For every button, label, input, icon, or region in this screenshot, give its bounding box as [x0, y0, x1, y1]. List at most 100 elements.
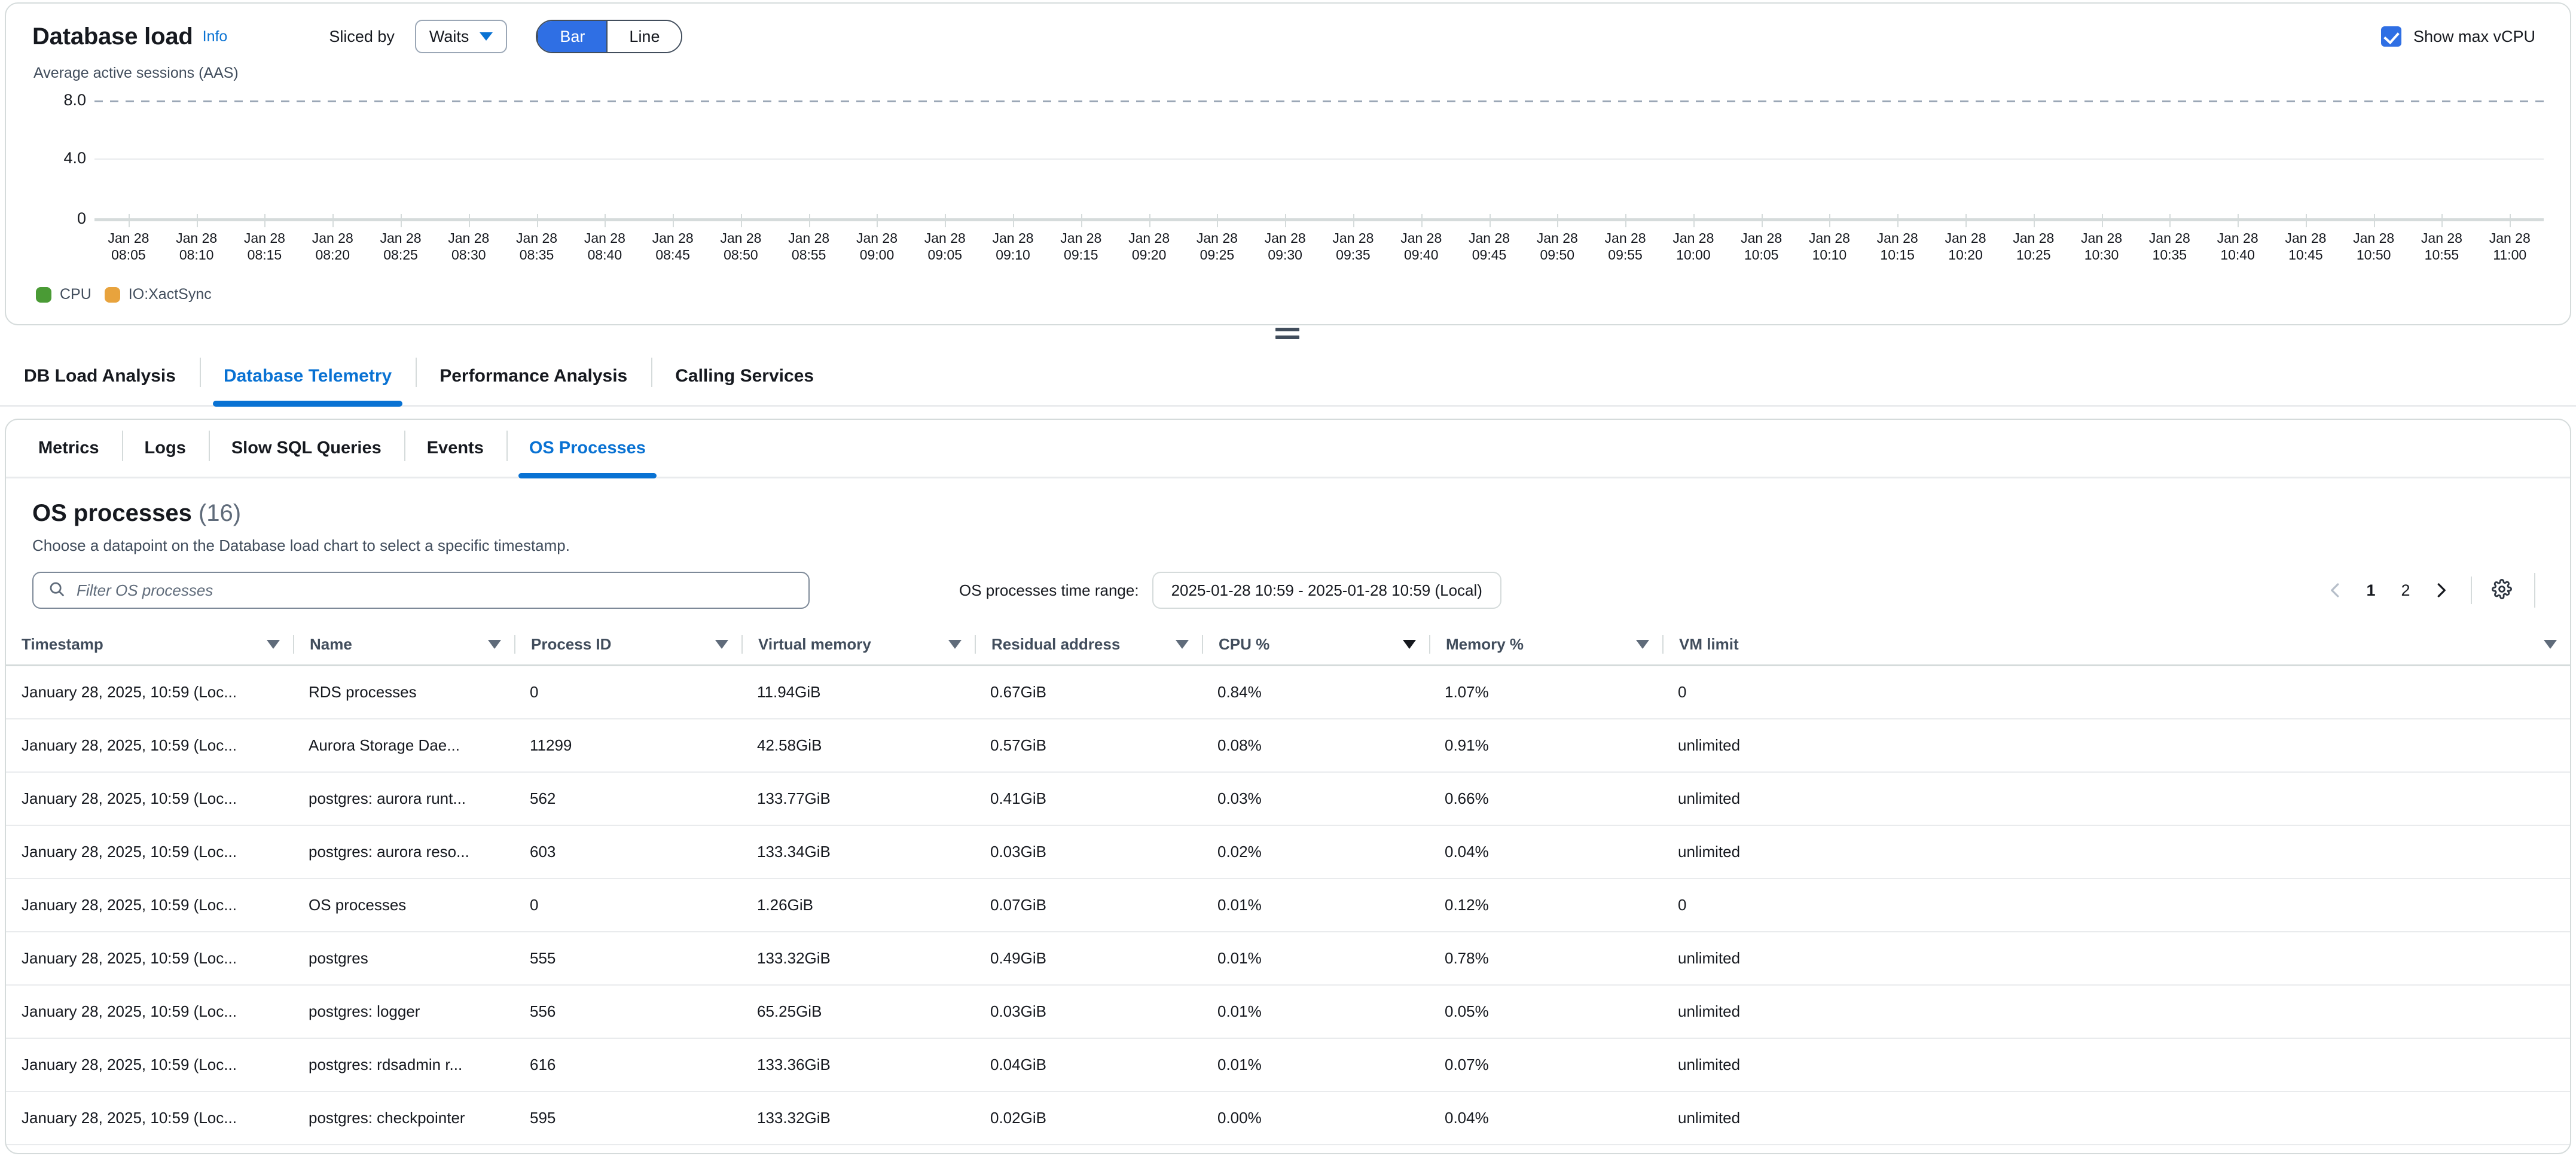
panel-title: OS processes (16) — [32, 500, 2544, 527]
tab-database-telemetry[interactable]: Database Telemetry — [200, 347, 416, 405]
x-tick: Jan 2809:00 — [843, 221, 911, 263]
panel-count: (16) — [199, 500, 241, 526]
cell-residual-address: 0.04GiB — [975, 1038, 1202, 1091]
max-vcpu-line — [94, 100, 2544, 102]
legend-item-ioxactsync[interactable]: IO:XactSync — [105, 286, 212, 303]
cell-memory-percent: 0.01% — [1429, 1145, 1662, 1154]
show-max-vcpu-control[interactable]: Show max vCPU — [2381, 26, 2546, 47]
database-load-chart[interactable]: Average active sessions (AAS) 8.0 4.0 0 … — [6, 54, 2570, 305]
x-tick: Jan 2808:25 — [367, 221, 435, 263]
column-header-memory-percent[interactable]: Memory % — [1429, 624, 1662, 666]
x-tick: Jan 2810:25 — [2000, 221, 2068, 263]
x-tick: Jan 2809:10 — [979, 221, 1047, 263]
search-icon — [48, 580, 66, 601]
x-tick: Jan 2810:20 — [1931, 221, 2000, 263]
sort-icon — [2544, 640, 2557, 649]
cell-name: Aurora Storage Dae... — [293, 719, 514, 772]
cell-residual-address: 0.49GiB — [975, 932, 1202, 985]
tab-calling-services[interactable]: Calling Services — [651, 347, 838, 405]
x-tick: Jan 2808:35 — [503, 221, 571, 263]
y-tick-8: 8.0 — [32, 91, 86, 109]
cell-timestamp: January 28, 2025, 10:59 (Loc... — [6, 719, 293, 772]
os-processes-table: Timestamp Name Process ID Virtual memory… — [6, 624, 2570, 1154]
x-tick: Jan 2809:05 — [911, 221, 979, 263]
sliced-by-select[interactable]: Waits — [415, 20, 508, 53]
tab-events[interactable]: Events — [404, 420, 506, 477]
cell-timestamp: January 28, 2025, 10:59 (Loc... — [6, 932, 293, 985]
table-preferences-button[interactable] — [2485, 574, 2519, 607]
column-header-process-id[interactable]: Process ID — [514, 624, 741, 666]
table-row[interactable]: January 28, 2025, 10:59 (Loc... postgres… — [6, 932, 2570, 985]
cell-residual-address: 0.67GiB — [975, 666, 1202, 719]
x-tick: Jan 2809:30 — [1251, 221, 1319, 263]
cell-virtual-memory: 42.58GiB — [741, 719, 975, 772]
sort-icon — [488, 640, 501, 649]
pagination: 1 2 — [2319, 573, 2544, 608]
cell-cpu-percent: 0.00% — [1202, 1145, 1429, 1154]
tab-slow-sql-queries[interactable]: Slow SQL Queries — [209, 420, 404, 477]
pagination-page-1[interactable]: 1 — [2355, 574, 2387, 607]
column-header-vm-limit[interactable]: VM limit — [1662, 624, 2570, 666]
chart-type-line[interactable]: Line — [606, 21, 681, 52]
cell-residual-address: 0.03GiB — [975, 825, 1202, 879]
tab-performance-analysis[interactable]: Performance Analysis — [416, 347, 651, 405]
column-header-name[interactable]: Name — [293, 624, 514, 666]
pagination-edge-divider — [2534, 573, 2535, 608]
cell-process-id: 0 — [514, 666, 741, 719]
cell-name: RDS processes — [293, 666, 514, 719]
cell-memory-percent: 0.78% — [1429, 932, 1662, 985]
cell-timestamp: January 28, 2025, 10:59 (Loc... — [6, 1145, 293, 1154]
gear-icon — [2492, 579, 2512, 602]
show-max-vcpu-checkbox[interactable] — [2381, 26, 2401, 47]
table-row[interactable]: January 28, 2025, 10:59 (Loc... Aurora S… — [6, 719, 2570, 772]
pagination-prev-button[interactable] — [2319, 574, 2352, 607]
cell-vm-limit: 0 — [1662, 879, 2570, 932]
x-tick: Jan 2810:45 — [2272, 221, 2340, 263]
tab-db-load-analysis[interactable]: DB Load Analysis — [0, 347, 200, 405]
x-tick: Jan 2808:15 — [231, 221, 299, 263]
table-row[interactable]: January 28, 2025, 10:59 (Loc... RDS proc… — [6, 666, 2570, 719]
info-link[interactable]: Info — [203, 28, 228, 45]
legend-item-cpu[interactable]: CPU — [36, 286, 91, 303]
tab-logs[interactable]: Logs — [122, 420, 209, 477]
pagination-next-button[interactable] — [2424, 574, 2458, 607]
column-header-residual-address[interactable]: Residual address — [975, 624, 1202, 666]
table-row[interactable]: January 28, 2025, 10:59 (Loc... OS proce… — [6, 879, 2570, 932]
cell-cpu-percent: 0.01% — [1202, 1038, 1429, 1091]
column-header-timestamp[interactable]: Timestamp — [6, 624, 293, 666]
table-body: January 28, 2025, 10:59 (Loc... RDS proc… — [6, 666, 2570, 1155]
x-tick: Jan 2809:25 — [1183, 221, 1252, 263]
table-row[interactable]: January 28, 2025, 10:59 (Loc... postgres… — [6, 1038, 2570, 1091]
column-header-virtual-memory[interactable]: Virtual memory — [741, 624, 975, 666]
tab-os-processes[interactable]: OS Processes — [506, 420, 669, 477]
x-tick: Jan 2808:20 — [298, 221, 367, 263]
tab-metrics[interactable]: Metrics — [16, 420, 122, 477]
cell-residual-address: 0.02GiB — [975, 1091, 1202, 1145]
table-controls: Filter OS processes OS processes time ra… — [6, 555, 2570, 609]
filter-os-processes-input[interactable]: Filter OS processes — [32, 572, 810, 609]
cell-vm-limit: unlimited — [1662, 772, 2570, 825]
panel-resize-handle-icon[interactable] — [1275, 328, 1299, 341]
x-tick: Jan 2810:10 — [1796, 221, 1864, 263]
cell-memory-percent: 0.05% — [1429, 985, 1662, 1038]
table-row[interactable]: January 28, 2025, 10:59 (Loc... postgres… — [6, 1145, 2570, 1154]
cell-process-id: 556 — [514, 985, 741, 1038]
cell-virtual-memory: 1.26GiB — [741, 879, 975, 932]
chart-type-bar[interactable]: Bar — [537, 21, 606, 52]
pagination-page-2[interactable]: 2 — [2389, 574, 2422, 607]
table-row[interactable]: January 28, 2025, 10:59 (Loc... postgres… — [6, 825, 2570, 879]
sort-icon — [1176, 640, 1189, 649]
table-row[interactable]: January 28, 2025, 10:59 (Loc... postgres… — [6, 1091, 2570, 1145]
table-row[interactable]: January 28, 2025, 10:59 (Loc... postgres… — [6, 772, 2570, 825]
table-row[interactable]: January 28, 2025, 10:59 (Loc... postgres… — [6, 985, 2570, 1038]
column-header-cpu-percent[interactable]: CPU % — [1202, 624, 1429, 666]
page-title: Database load — [32, 23, 193, 50]
pagination-divider — [2471, 577, 2472, 604]
cell-timestamp: January 28, 2025, 10:59 (Loc... — [6, 879, 293, 932]
x-tick: Jan 2809:35 — [1319, 221, 1387, 263]
cell-virtual-memory: 11.94GiB — [741, 666, 975, 719]
y-tick-4: 4.0 — [32, 149, 86, 167]
time-range-value-box[interactable]: 2025-01-28 10:59 - 2025-01-28 10:59 (Loc… — [1152, 572, 1501, 609]
os-processes-time-range: OS processes time range: 2025-01-28 10:5… — [959, 572, 1501, 609]
os-processes-card: Metrics Logs Slow SQL Queries Events OS … — [5, 419, 2571, 1154]
